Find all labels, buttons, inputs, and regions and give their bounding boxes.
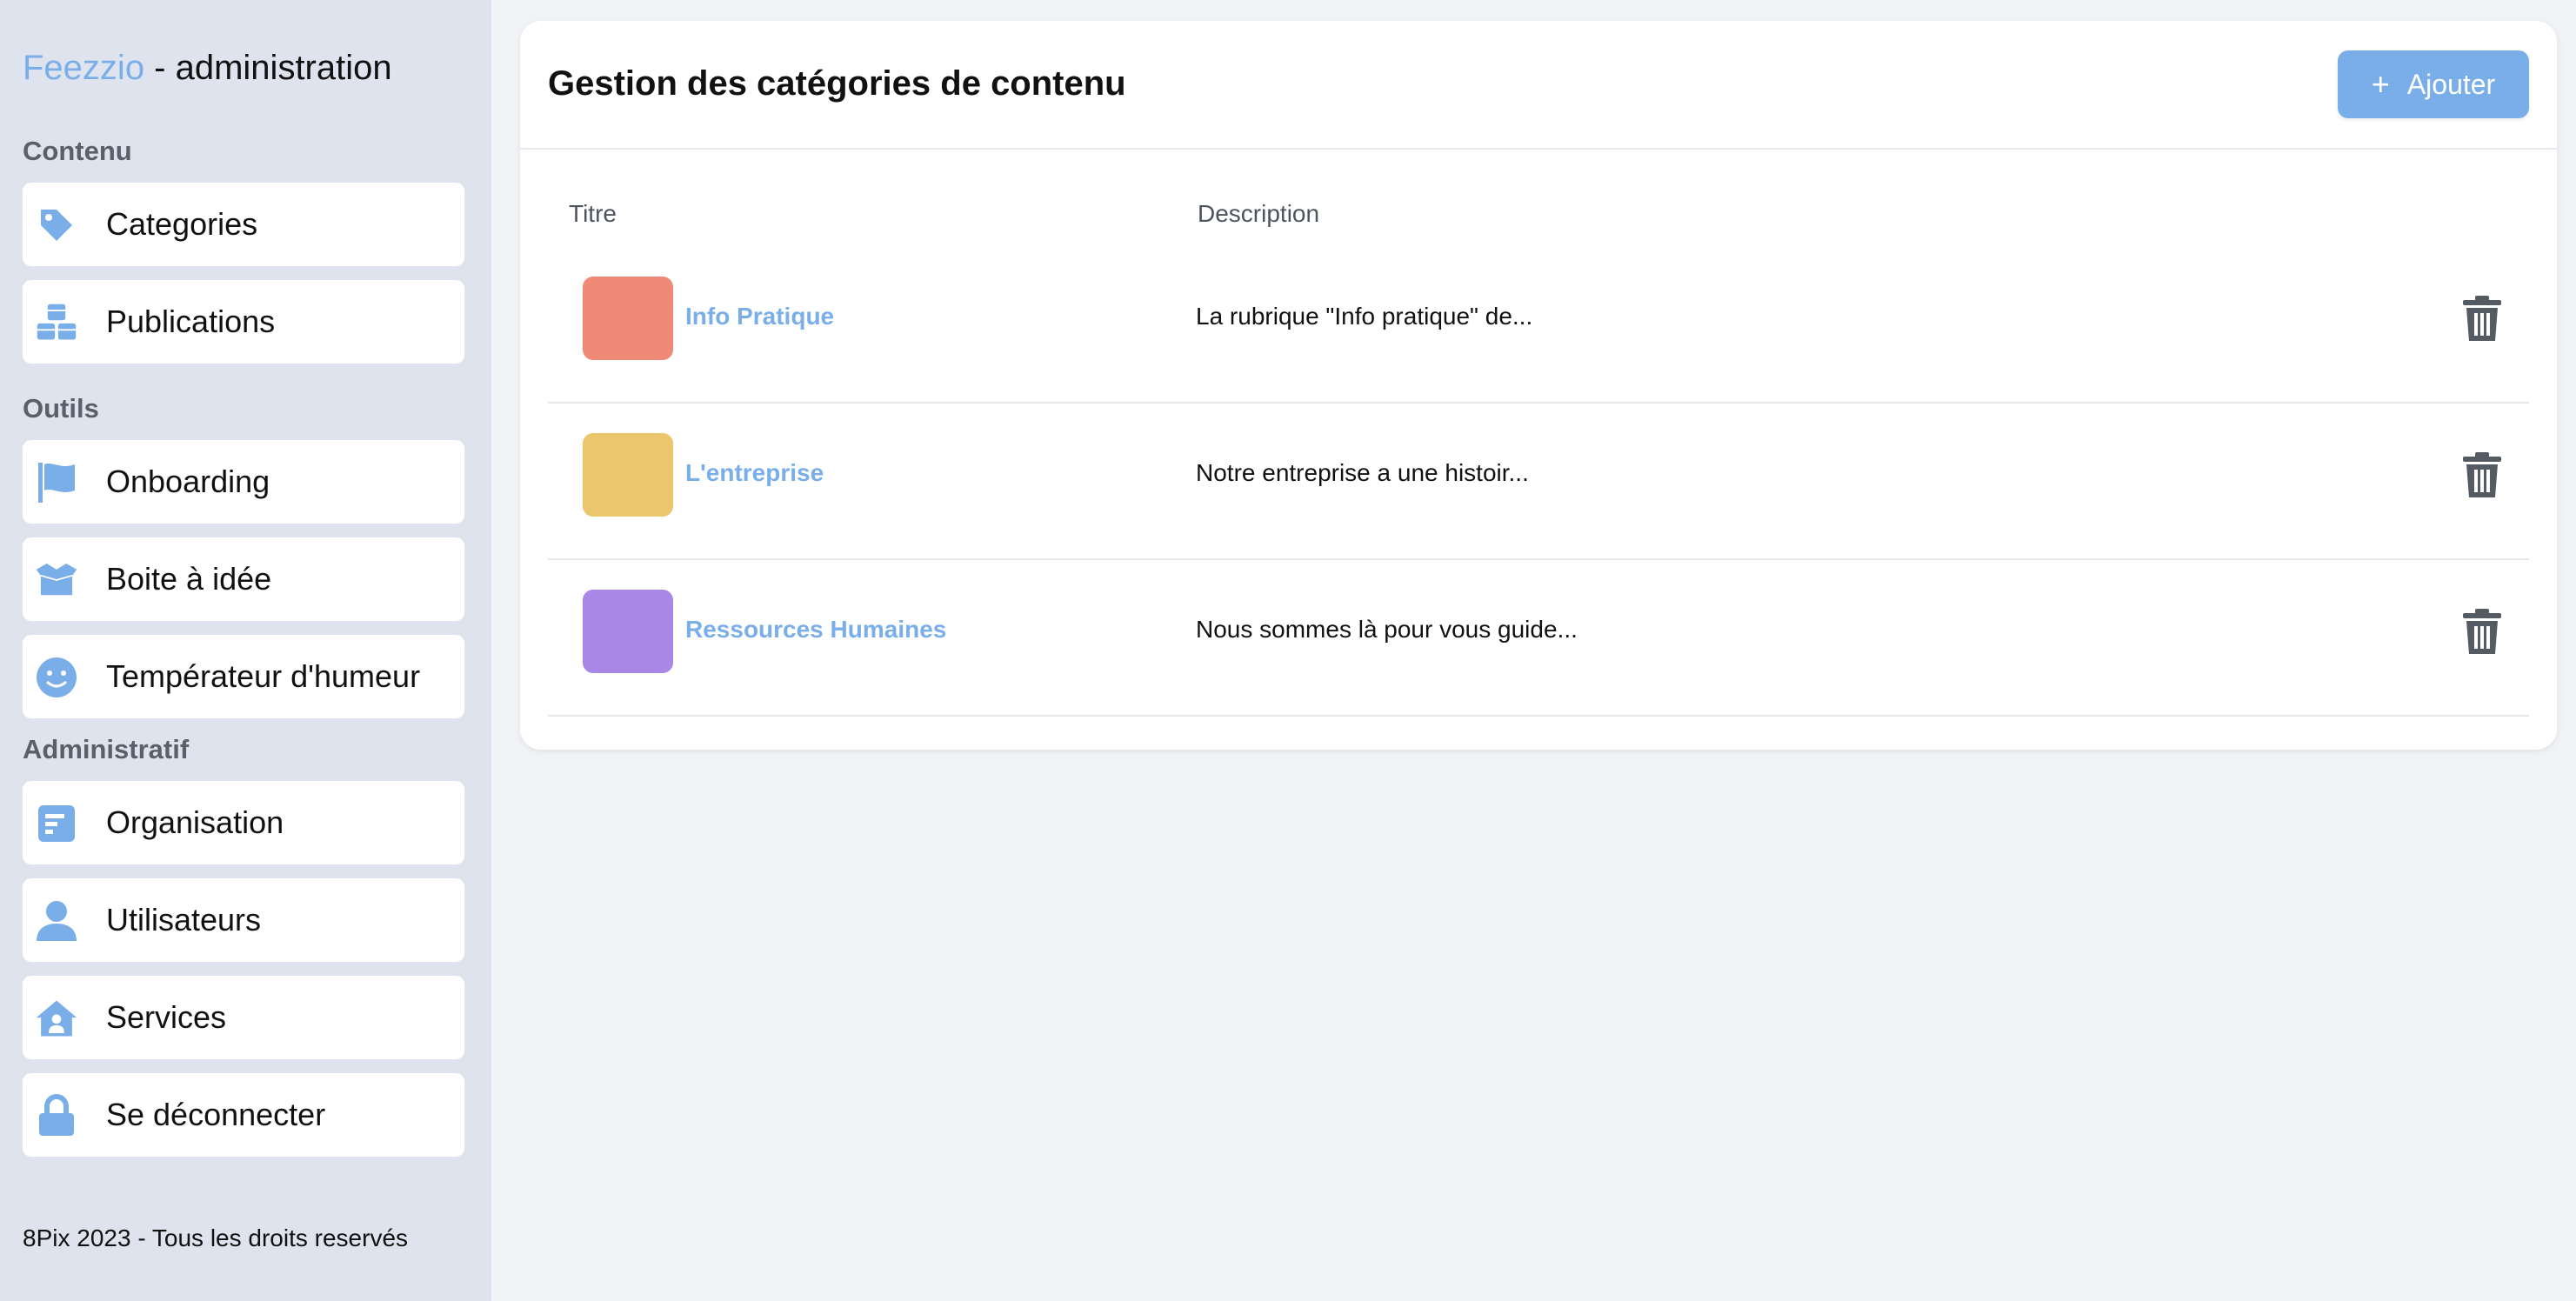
brand-name: Feezzio — [23, 49, 145, 87]
category-description: La rubrique "Info pratique" de... — [1196, 303, 1533, 330]
sidebar-item-temperateur-humeur[interactable]: Températeur d'humeur — [23, 635, 464, 718]
category-title-link[interactable]: L'entreprise — [685, 459, 824, 487]
category-description: Nous sommes là pour vous guide... — [1196, 616, 1578, 643]
sidebar-item-label: Services — [106, 999, 227, 1035]
category-color-swatch — [583, 433, 673, 517]
column-header-description: Description — [1198, 200, 1320, 227]
sidebar: Feezzio - administration Contenu Categor… — [0, 0, 491, 1301]
sidebar-item-label: Publications — [106, 304, 276, 339]
page-title: Gestion des catégories de contenu — [548, 64, 1126, 103]
table-row: L'entreprise Notre entreprise a une hist… — [548, 404, 2529, 560]
sidebar-item-boite-a-idee[interactable]: Boite à idée — [23, 537, 464, 621]
box-open-icon — [35, 558, 78, 602]
categories-card: Gestion des catégories de contenu + Ajou… — [520, 21, 2557, 750]
sidebar-item-organisation[interactable]: Organisation — [23, 781, 464, 864]
category-color-swatch — [583, 277, 673, 360]
table-row: Ressources Humaines Nous sommes là pour … — [548, 560, 2529, 717]
delete-button[interactable] — [2461, 607, 2503, 656]
flag-icon — [35, 461, 78, 504]
brand-suffix: - administration — [144, 49, 392, 87]
sidebar-item-publications[interactable]: Publications — [23, 280, 464, 364]
cubes-icon — [35, 301, 78, 344]
sidebar-item-label: Onboarding — [106, 464, 270, 499]
building-list-icon — [35, 802, 78, 845]
add-button[interactable]: + Ajouter — [2338, 50, 2529, 118]
sidebar-item-categories[interactable]: Categories — [23, 183, 464, 266]
sidebar-item-se-deconnecter[interactable]: Se déconnecter — [23, 1073, 464, 1157]
trash-icon — [2463, 296, 2501, 341]
sidebar-item-services[interactable]: Services — [23, 976, 464, 1059]
sidebar-item-label: Boite à idée — [106, 561, 272, 597]
tag-icon — [35, 203, 78, 247]
header-divider — [520, 148, 2557, 150]
trash-icon — [2463, 609, 2501, 654]
sidebar-item-label: Organisation — [106, 804, 284, 840]
section-title-outils: Outils — [23, 393, 99, 424]
plus-icon: + — [2371, 66, 2390, 102]
footer-copyright: 8Pix 2023 - Tous les droits reservés — [23, 1224, 409, 1251]
delete-button[interactable] — [2461, 450, 2503, 499]
sidebar-item-label: Utilisateurs — [106, 902, 262, 937]
sidebar-item-utilisateurs[interactable]: Utilisateurs — [23, 878, 464, 962]
section-title-administratif: Administratif — [23, 734, 190, 764]
add-button-label: Ajouter — [2406, 68, 2496, 100]
category-title-link[interactable]: Info Pratique — [685, 303, 834, 330]
category-title-link[interactable]: Ressources Humaines — [685, 616, 946, 644]
smile-icon — [35, 656, 78, 699]
column-header-titre: Titre — [569, 200, 617, 227]
category-color-swatch — [583, 590, 673, 673]
sidebar-item-label: Categories — [106, 206, 258, 242]
sidebar-item-onboarding[interactable]: Onboarding — [23, 440, 464, 524]
sidebar-item-label: Se déconnecter — [106, 1097, 326, 1132]
user-icon — [35, 899, 78, 943]
app-title: Feezzio - administration — [23, 49, 392, 88]
sidebar-item-label: Températeur d'humeur — [106, 658, 421, 694]
table-row: Info Pratique La rubrique "Info pratique… — [548, 247, 2529, 404]
delete-button[interactable] — [2461, 294, 2503, 343]
house-user-icon — [35, 997, 78, 1040]
category-description: Notre entreprise a une histoir... — [1196, 459, 1529, 486]
section-title-contenu: Contenu — [23, 136, 132, 166]
lock-icon — [35, 1094, 78, 1138]
trash-icon — [2463, 452, 2501, 497]
